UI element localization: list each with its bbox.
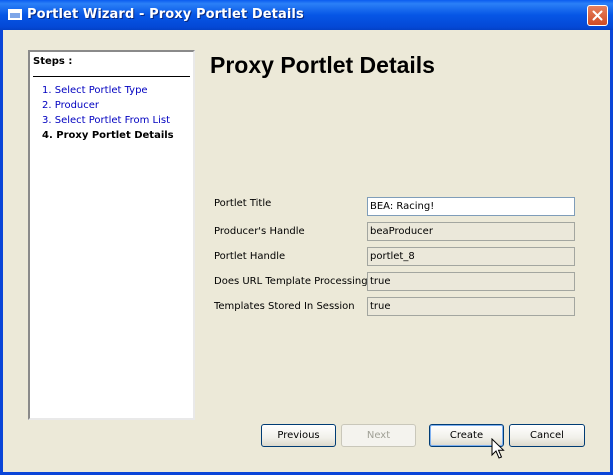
step-producer[interactable]: 2. Producer [42, 100, 99, 111]
steps-heading: Steps : [33, 56, 73, 67]
portlet-handle-field: portlet_8 [367, 247, 575, 266]
portlet-title-label: Portlet Title [214, 198, 272, 209]
window-icon [8, 9, 22, 20]
mouse-cursor-icon [491, 438, 505, 459]
portlet-handle-label: Portlet Handle [214, 251, 286, 262]
steps-panel: Steps : 1. Select Portlet Type 2. Produc… [28, 50, 195, 420]
url-template-processing-field: true [367, 272, 575, 291]
page-title: Proxy Portlet Details [210, 52, 435, 78]
step-proxy-portlet-details: 4. Proxy Portlet Details [42, 130, 174, 141]
close-icon [592, 10, 603, 21]
url-template-processing-label: Does URL Template Processing [214, 276, 368, 287]
cancel-button[interactable]: Cancel [509, 424, 585, 447]
previous-button[interactable]: Previous [261, 424, 336, 447]
window-title: Portlet Wizard - Proxy Portlet Details [27, 7, 304, 22]
producers-handle-field: beaProducer [367, 222, 575, 241]
portlet-title-input[interactable]: BEA: Racing! [367, 197, 575, 216]
next-button: Next [341, 424, 416, 447]
step-select-portlet-type[interactable]: 1. Select Portlet Type [42, 85, 148, 96]
templates-in-session-label: Templates Stored In Session [214, 301, 355, 312]
steps-divider [33, 76, 190, 77]
templates-in-session-field: true [367, 297, 575, 316]
close-button[interactable] [587, 5, 608, 26]
producers-handle-label: Producer's Handle [214, 226, 305, 237]
title-bar[interactable]: Portlet Wizard - Proxy Portlet Details [0, 0, 613, 30]
step-select-portlet-from-list[interactable]: 3. Select Portlet From List [42, 115, 170, 126]
